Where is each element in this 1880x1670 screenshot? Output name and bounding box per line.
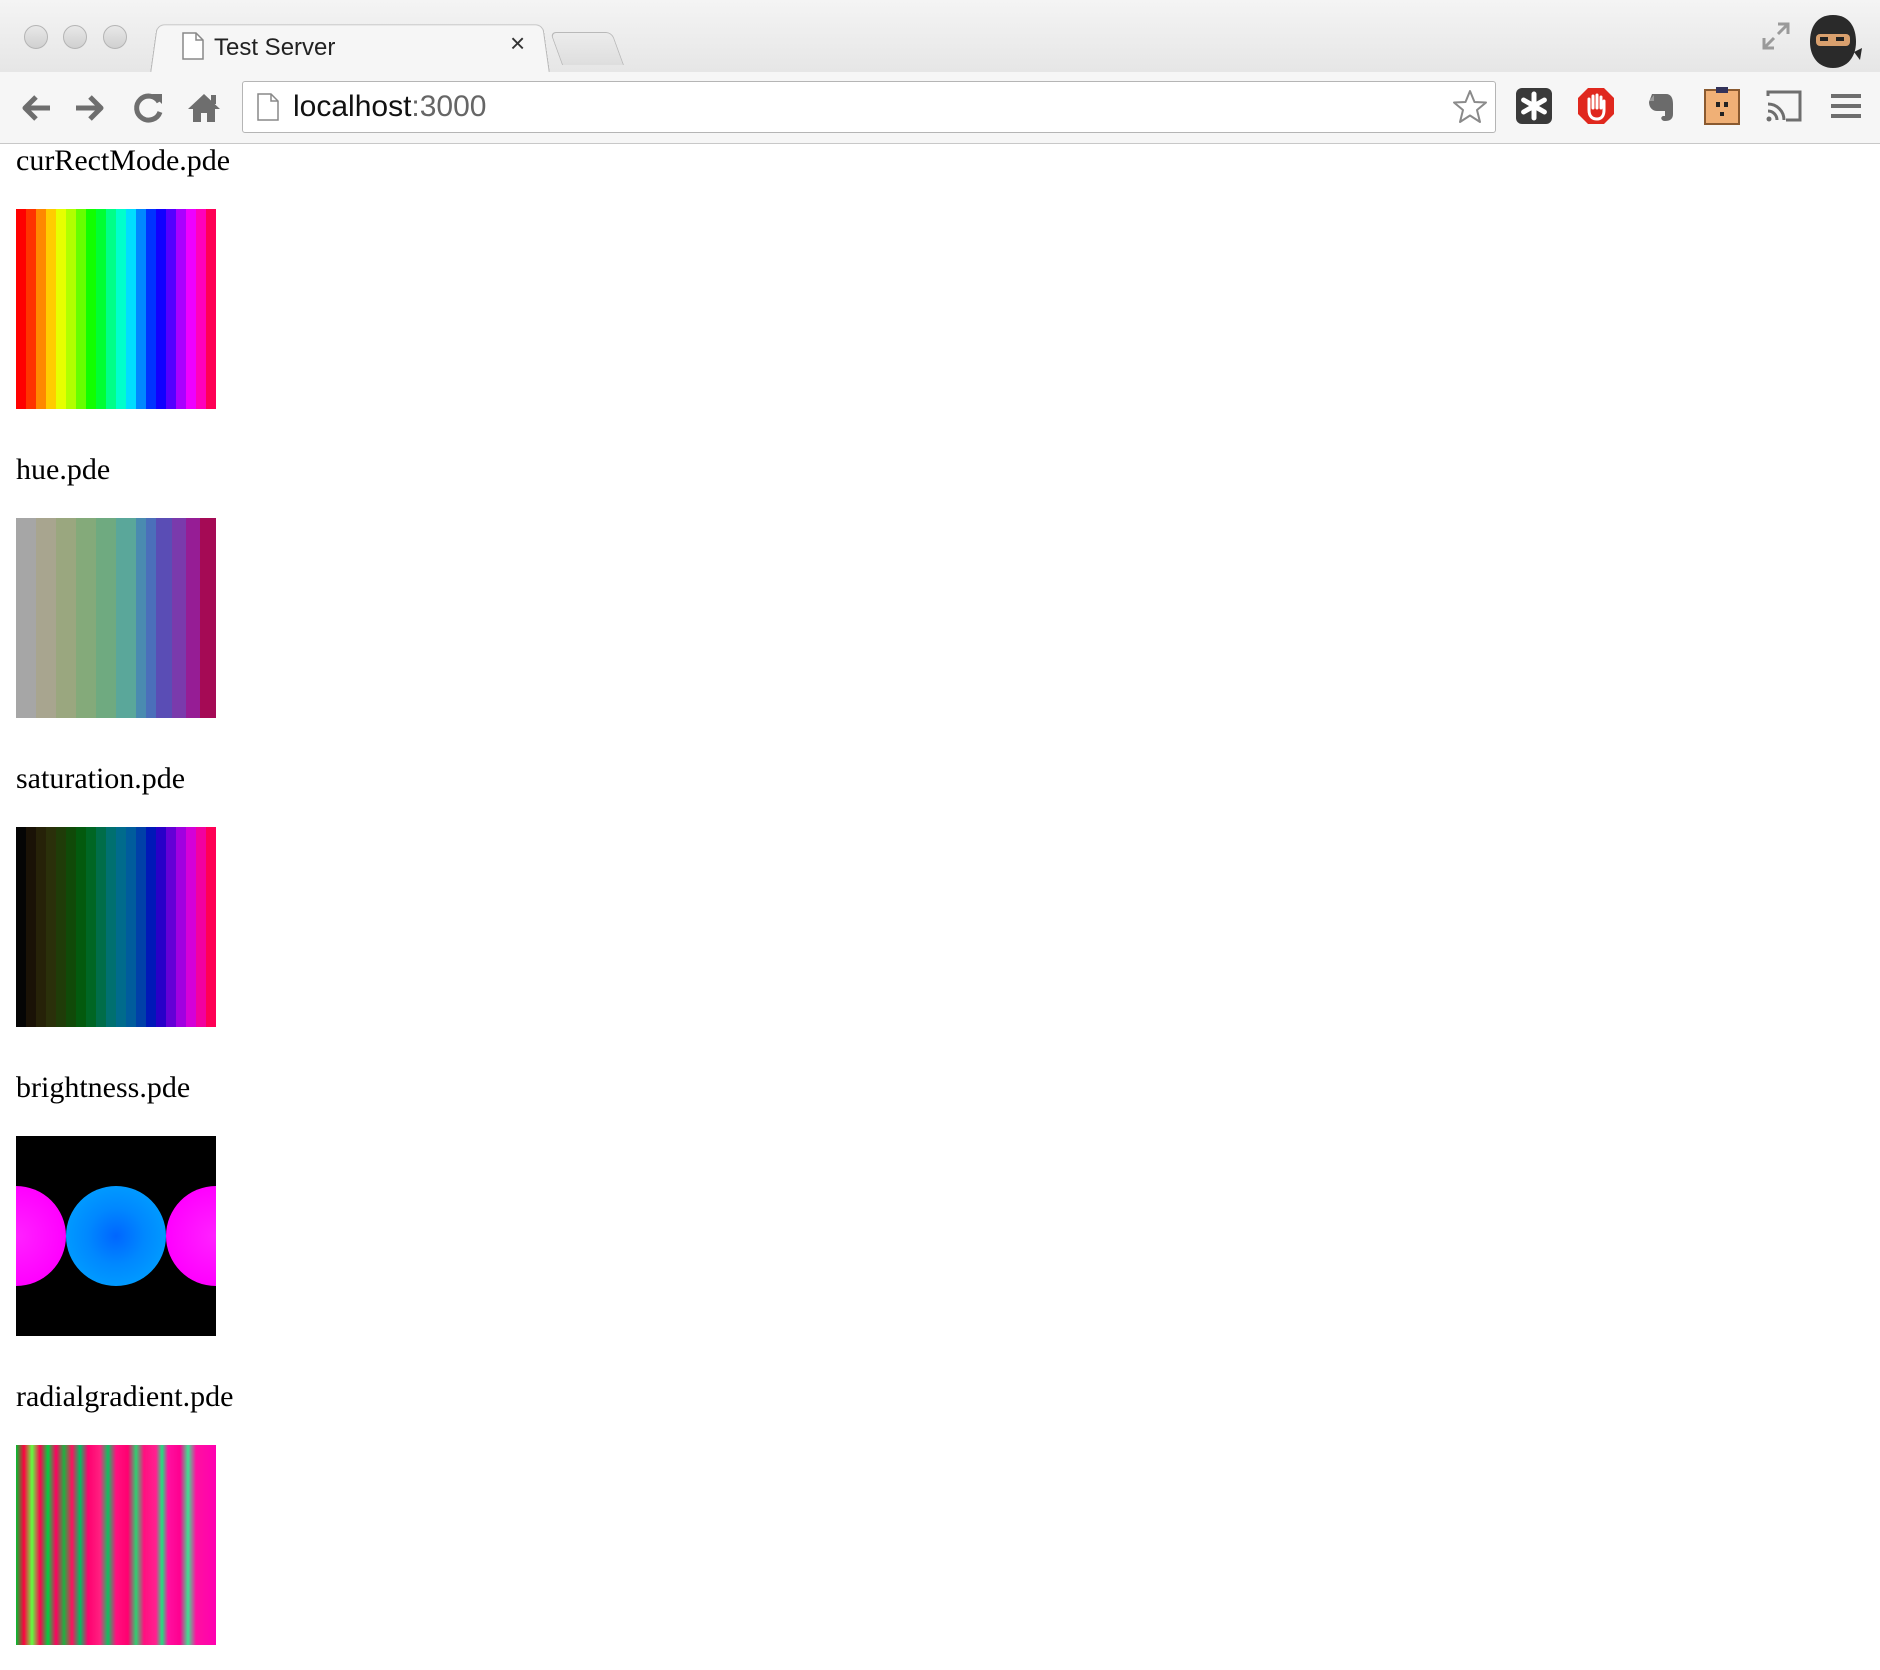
star-icon[interactable]: [1451, 88, 1489, 126]
incognito-profile-icon[interactable]: [1804, 12, 1862, 72]
address-bar[interactable]: localhost:3000: [242, 81, 1496, 133]
zoom-window-button[interactable]: [103, 25, 127, 49]
face-extension-icon[interactable]: [1702, 86, 1742, 126]
sketch-label: curRectMode.pde: [16, 144, 231, 177]
reload-icon[interactable]: [128, 88, 168, 128]
sketch-item: hue.pde: [16, 453, 233, 718]
saturation-stripes-canvas: [16, 827, 216, 1027]
tab-title: Test Server: [214, 34, 336, 61]
hamburger-menu-icon[interactable]: [1826, 86, 1866, 126]
tab-close-button[interactable]: ×: [510, 30, 525, 56]
sketch-label: hue.pde: [16, 453, 111, 486]
minimize-window-button[interactable]: [63, 25, 87, 49]
sketch-label: saturation.pde: [16, 762, 186, 795]
cast-icon[interactable]: [1764, 86, 1804, 126]
page-icon: [182, 32, 204, 60]
window-titlebar: Test Server ×: [0, 0, 1880, 75]
evernote-elephant-icon[interactable]: [1640, 86, 1680, 126]
back-arrow-icon[interactable]: [16, 88, 56, 128]
url-host: localhost: [293, 90, 412, 123]
hue-stripes-canvas: [16, 518, 216, 718]
sketch-label: radialgradient.pde: [16, 1380, 234, 1413]
fullscreen-icon[interactable]: [1760, 20, 1792, 52]
magenta-circle-left: [16, 1186, 66, 1286]
home-icon[interactable]: [184, 88, 224, 128]
blue-circle-center: [66, 1186, 166, 1286]
radial-gradient-canvas: [16, 1445, 216, 1645]
sketch-item: curRectMode.pde: [16, 144, 233, 409]
sketch-item: radialgradient.pde: [16, 1380, 233, 1645]
adblock-stop-hand-icon[interactable]: [1576, 86, 1616, 126]
brightness-circles-canvas: [16, 1136, 216, 1336]
rainbow-stripes-canvas: [16, 209, 216, 409]
page-info-icon[interactable]: [257, 93, 279, 121]
sketch-item: brightness.pde: [16, 1071, 233, 1336]
url-text: localhost:3000: [293, 90, 486, 124]
magenta-circle-right: [166, 1186, 216, 1286]
sketch-item: saturation.pde: [16, 762, 233, 1027]
browser-tab-content: Test Server ×: [180, 28, 540, 68]
page-content: curRectMode.pde hue.pde saturation.pde b…: [16, 144, 233, 1645]
close-window-button[interactable]: [24, 25, 48, 49]
new-tab-button[interactable]: [549, 32, 625, 65]
url-port: :3000: [411, 90, 487, 123]
sketch-label: brightness.pde: [16, 1071, 191, 1104]
asterisk-extension-icon[interactable]: [1514, 86, 1554, 126]
forward-arrow-icon[interactable]: [70, 88, 110, 128]
